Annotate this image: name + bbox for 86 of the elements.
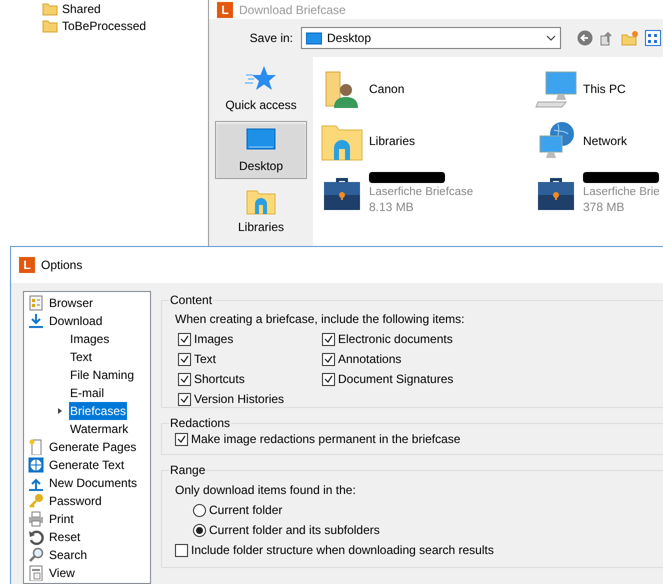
key-icon (28, 493, 44, 509)
group-description: When creating a briefcase, include the following items: (175, 311, 466, 328)
new-folder-icon (621, 30, 639, 46)
printer-icon (28, 511, 44, 527)
check-icon (180, 395, 189, 403)
folder-icon (42, 1, 58, 16)
file-name[interactable]: Network (583, 134, 628, 148)
check-icon (324, 375, 333, 383)
checkbox[interactable] (178, 352, 191, 366)
radio-label: Current folder and its subfolders (209, 522, 380, 539)
check-icon (180, 335, 189, 343)
back-icon (577, 30, 593, 46)
app-logo: L (19, 257, 35, 273)
checkbox-label: Make image redactions permanent in the briefcase (191, 431, 460, 448)
checkbox[interactable] (175, 432, 188, 446)
tree-item[interactable]: File Naming (69, 366, 136, 384)
save-in-dropdown[interactable]: Desktop (301, 27, 561, 49)
file-type: Laserfiche Brie (583, 184, 660, 200)
page-sparkle-icon (28, 439, 44, 455)
checkbox[interactable] (178, 372, 191, 386)
save-in-label: Save in: (248, 30, 294, 47)
tree-item[interactable]: Text (69, 348, 94, 366)
radio-button[interactable] (193, 504, 206, 516)
place-button[interactable]: Quick access (215, 60, 307, 118)
group-title: Content (169, 292, 214, 309)
reset-icon (28, 529, 44, 545)
folder-label[interactable]: ToBeProcessed (62, 16, 146, 34)
file-type: Laserfiche Briefcase (369, 184, 474, 200)
tree-item[interactable]: New Documents (48, 474, 138, 492)
folder-label[interactable]: Shared (62, 0, 101, 18)
tree-item[interactable]: Print (48, 510, 75, 528)
ocr-icon (28, 457, 44, 473)
tree-item[interactable]: Password (48, 492, 103, 510)
check-icon (180, 375, 189, 383)
folder-icon (42, 18, 58, 33)
chevron-down-icon (546, 35, 556, 41)
checkbox-label: Include folder structure when downloading search results (191, 542, 494, 559)
desktop-icon (306, 32, 322, 44)
checkbox-label: Images (194, 331, 234, 348)
file-name[interactable]: Libraries (369, 134, 416, 148)
tree-item[interactable]: Search (48, 546, 88, 564)
view-menu-icon (645, 30, 661, 46)
file-name[interactable]: This PC (583, 82, 626, 96)
checkbox-label: Text (194, 351, 216, 368)
browser-icon (28, 295, 44, 311)
check-icon (324, 355, 333, 363)
group-description: Only download items found in the: (175, 482, 357, 499)
page-icon (28, 565, 44, 581)
check-icon (324, 335, 333, 343)
tree-item[interactable]: View (48, 564, 76, 582)
app-logo: L (217, 2, 233, 18)
download-icon (28, 313, 44, 329)
group-title: Range (169, 462, 206, 479)
checkbox-label: Document Signatures (338, 371, 454, 388)
checkbox-label: Annotations (338, 351, 402, 368)
tree-item[interactable]: Generate Text (48, 456, 126, 474)
search-icon (28, 547, 44, 563)
file-size: 378 MB (583, 200, 626, 214)
check-icon (177, 435, 186, 443)
tree-item[interactable]: Briefcases (69, 402, 128, 420)
window-title: Download Briefcase (239, 2, 346, 18)
radio-button[interactable] (193, 524, 206, 536)
place-button[interactable]: Desktop (215, 121, 307, 179)
tree-item[interactable]: Reset (48, 528, 82, 546)
checkbox-label: Version Histories (194, 391, 284, 408)
group-title: Redactions (169, 415, 232, 432)
checkbox[interactable] (178, 332, 191, 346)
checkbox-label: Shortcuts (194, 371, 245, 388)
tree-item[interactable]: Browser (48, 294, 94, 312)
tree-item[interactable]: Watermark (69, 420, 130, 438)
file-size: 8.13 MB (369, 200, 415, 214)
checkbox-label: Electronic documents (338, 331, 453, 348)
checkbox[interactable] (178, 392, 191, 406)
check-icon (180, 355, 189, 363)
checkbox[interactable] (322, 372, 335, 386)
checkbox[interactable] (175, 544, 188, 556)
checkbox[interactable] (322, 332, 335, 346)
file-name[interactable]: Canon (369, 82, 404, 96)
tree-item[interactable]: Generate Pages (48, 438, 138, 456)
window-title: Options (41, 257, 82, 274)
tree-item[interactable]: Download (48, 312, 104, 330)
checkbox[interactable] (322, 352, 335, 366)
tree-item[interactable]: Images (69, 330, 110, 348)
tree-item[interactable]: E-mail (69, 384, 106, 402)
place-button[interactable]: Libraries (215, 182, 307, 240)
radio-label: Current folder (209, 502, 282, 519)
